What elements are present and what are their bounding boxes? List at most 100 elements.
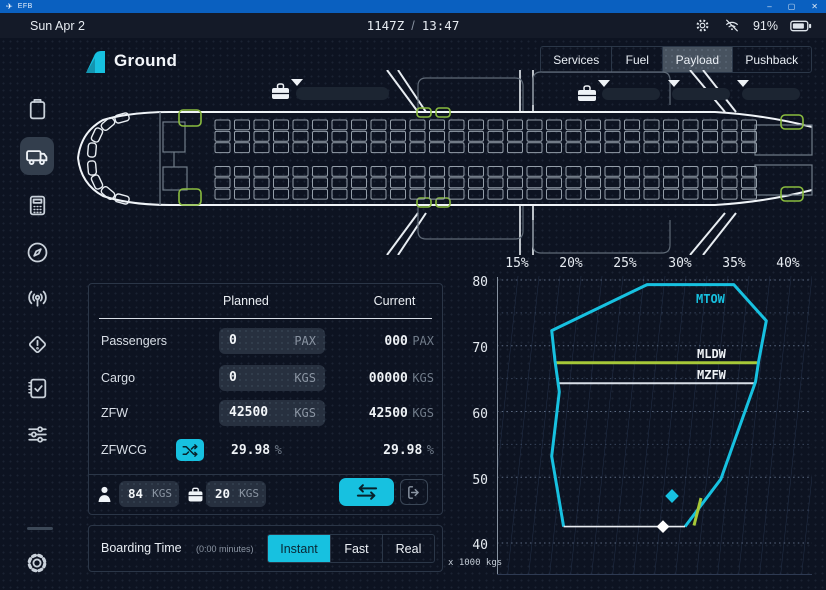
- zfwcg-planned-value: 29.98 %: [231, 437, 282, 464]
- payload-row-passengers: Passengers 0 PAX 000 PAX: [89, 328, 442, 354]
- close-button[interactable]: ✕: [811, 2, 818, 11]
- page-title: Ground: [114, 51, 177, 71]
- current-column-header: Current: [351, 294, 438, 308]
- sidebar-item-settings[interactable]: [20, 546, 54, 580]
- clipboard-icon: [25, 97, 50, 122]
- x-tick: 15%: [497, 256, 537, 271]
- exit-door-markers: [179, 108, 803, 207]
- passenger-icon: [94, 484, 115, 505]
- sidebar-item-calculator[interactable]: [20, 188, 54, 222]
- payload-row-zfwcg: ZFWCG 29.98 % 29.98 %: [89, 437, 442, 463]
- tab-payload[interactable]: Payload: [663, 47, 732, 72]
- payload-row-cargo: Cargo 0 KGS 00000 KGS: [89, 365, 442, 391]
- shuffle-icon: [181, 443, 199, 458]
- sliders-icon: [25, 422, 50, 447]
- minimize-button[interactable]: –: [767, 2, 771, 11]
- y-tick: 60: [448, 407, 488, 422]
- row-label: Cargo: [101, 365, 135, 391]
- cargo-load-bar: [602, 88, 660, 100]
- header-rule: [99, 318, 432, 319]
- y-tick: 80: [448, 275, 488, 290]
- row-label: Passengers: [101, 328, 167, 354]
- sidebar-item-options[interactable]: [20, 417, 54, 451]
- sidebar-item-alerts[interactable]: [20, 327, 54, 361]
- zfw-planned-input[interactable]: 42500 KGS: [219, 400, 325, 426]
- x-tick: 25%: [605, 256, 645, 271]
- y-tick: 70: [448, 341, 488, 356]
- cargo-pointer-triangle: [291, 79, 303, 86]
- cg-envelope-chart: 15% 20% 25% 30% 35% 40% 80 70 60 50 40 x…: [448, 252, 820, 582]
- zfwcg-current-value: 29.98 %: [324, 437, 434, 464]
- truck-icon: [24, 143, 50, 169]
- x-tick: 40%: [768, 256, 808, 271]
- antenna-broadcast-icon: [25, 286, 50, 311]
- passengers-current-value: 000 PAX: [324, 328, 434, 355]
- cargo-load-bar: [296, 87, 389, 100]
- window-titlebar: ✈ EFB – ▢ ✕: [0, 0, 826, 13]
- settings-gear-icon[interactable]: [694, 17, 711, 34]
- sidebar-item-navigation[interactable]: [20, 235, 54, 269]
- boarding-time-panel: Boarding Time (0:00 minutes) Instant Fas…: [88, 525, 443, 572]
- baggage-icon: [186, 486, 205, 503]
- mzfw-label: MZFW: [697, 368, 727, 382]
- sidebar-item-ground-services[interactable]: [20, 137, 54, 175]
- pax-weight-input[interactable]: 84 KGS: [119, 481, 179, 507]
- galley-monuments: [160, 112, 812, 205]
- mtow-label: MTOW: [696, 292, 726, 306]
- aft-cargo-indicators[interactable]: [578, 80, 800, 101]
- cargo-planned-input[interactable]: 0 KGS: [219, 365, 325, 391]
- sidebar-divider: [27, 527, 53, 530]
- wifi-off-icon: [723, 17, 741, 34]
- sidebar-item-radio[interactable]: [20, 281, 54, 315]
- battery-icon: [790, 19, 812, 33]
- boarding-option-real[interactable]: Real: [383, 535, 434, 562]
- x-tick: 20%: [551, 256, 591, 271]
- planned-column-header: Planned: [223, 294, 269, 308]
- cargo-pointer-triangle: [598, 80, 610, 87]
- efb-app-window: ✈ EFB – ▢ ✕ Sun Apr 2 1147Z/13:47 91%: [0, 0, 826, 590]
- mldw-label: MLDW: [697, 347, 727, 361]
- passengers-planned-input[interactable]: 0 PAX: [219, 328, 325, 354]
- warning-diamond-icon: [25, 332, 50, 357]
- boarding-time-label: Boarding Time: [101, 526, 182, 571]
- maximize-button[interactable]: ▢: [788, 2, 796, 11]
- export-loadsheet-button[interactable]: [400, 479, 428, 505]
- boarding-speed-options: Instant Fast Real: [267, 534, 435, 563]
- compass-icon: [25, 240, 50, 265]
- apply-payload-button[interactable]: [339, 478, 394, 506]
- tab-services[interactable]: Services: [541, 47, 612, 72]
- footer-divider: [89, 474, 442, 475]
- x-tick: 35%: [714, 256, 754, 271]
- window-title: EFB: [18, 3, 33, 10]
- boarding-option-instant[interactable]: Instant: [268, 535, 331, 562]
- tab-pushback[interactable]: Pushback: [733, 47, 811, 72]
- seat-grid: [215, 120, 757, 199]
- boarding-option-fast[interactable]: Fast: [331, 535, 383, 562]
- main-content: Ground Services Fuel Payload Pushback: [0, 38, 826, 590]
- bag-weight-input[interactable]: 20 KGS: [206, 481, 266, 507]
- status-bar: Sun Apr 2 1147Z/13:47 91%: [0, 13, 826, 38]
- zfwcg-randomize-button[interactable]: [176, 439, 204, 461]
- y-axis-unit-note: x 1000 kgs: [448, 558, 502, 568]
- sidebar-item-checklist[interactable]: [20, 371, 54, 405]
- payload-row-zfw: ZFW 42500 KGS 42500 KGS: [89, 400, 442, 426]
- cargo-load-bar: [672, 88, 730, 100]
- transfer-arrows-icon: [354, 482, 380, 502]
- gear-icon: [24, 550, 50, 576]
- tab-fuel[interactable]: Fuel: [612, 47, 663, 72]
- notebook-check-icon: [25, 376, 50, 401]
- sidebar-item-flightplan[interactable]: [20, 92, 54, 126]
- cargo-pointer-triangle: [737, 80, 749, 87]
- export-icon: [406, 484, 423, 501]
- y-tick: 40: [448, 538, 488, 553]
- y-tick: 50: [448, 473, 488, 488]
- payload-panel: Planned Current Passengers 0 PAX 000 PAX…: [88, 283, 443, 515]
- zfw-current-value: 42500 KGS: [324, 400, 434, 427]
- cargo-load-bar: [742, 88, 800, 100]
- cargo-indicators: [272, 79, 800, 101]
- ground-tabs: Services Fuel Payload Pushback: [540, 46, 812, 73]
- fwd-cargo-indicator[interactable]: [272, 79, 389, 100]
- calculator-icon: [25, 193, 50, 218]
- aircraft-seatmap-diagram: [75, 70, 826, 255]
- row-label: ZFWCG: [101, 437, 147, 463]
